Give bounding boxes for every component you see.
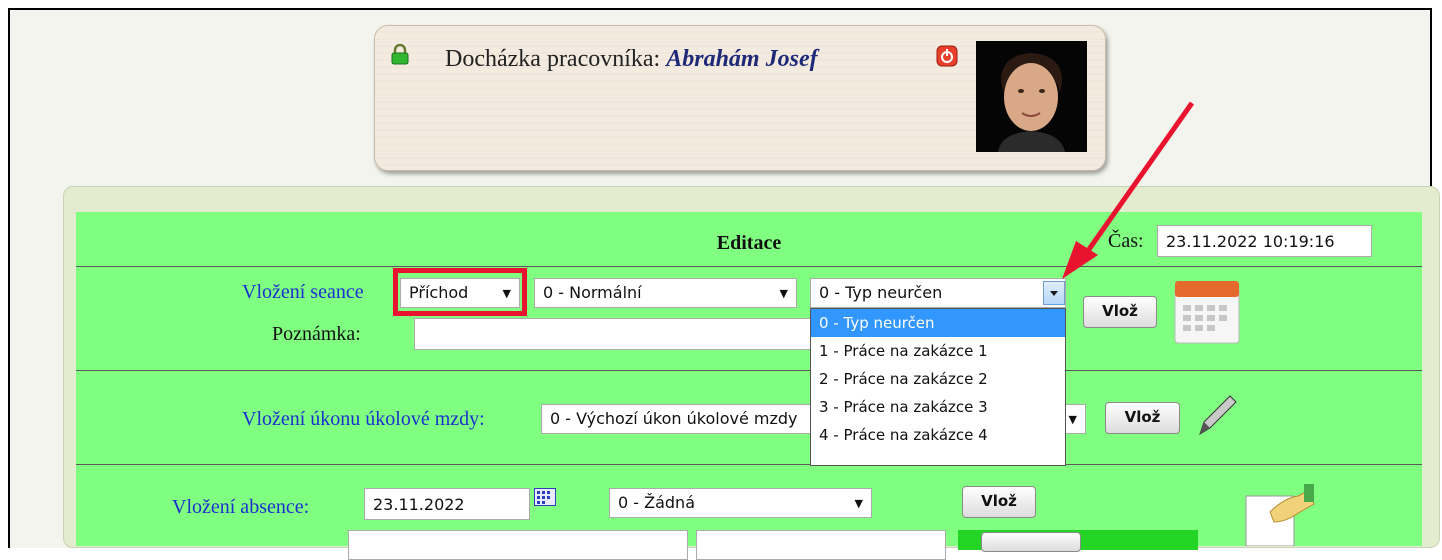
worker-header-card: Docházka pracovníka: Abrahám Josef xyxy=(374,25,1106,171)
lock-icon xyxy=(391,43,409,65)
dropdown-option[interactable]: 1 - Práce na zakázce 1 xyxy=(811,337,1065,365)
absence-date-input[interactable]: 23.11.2022 xyxy=(364,488,530,520)
piecework-value: 0 - Výchozí úkon úkolové mzdy xyxy=(550,409,798,428)
absence-submit-button[interactable]: Vlož xyxy=(962,486,1036,518)
divider xyxy=(76,464,1422,465)
dropdown-option[interactable]: 2 - Práce na zakázce 2 xyxy=(811,365,1065,393)
chevron-down-icon: ▼ xyxy=(1068,413,1077,426)
absence-note-input[interactable] xyxy=(348,530,688,560)
document-hand-icon[interactable] xyxy=(1240,482,1316,546)
pen-icon[interactable] xyxy=(1194,392,1238,438)
power-icon[interactable] xyxy=(936,45,958,67)
worker-name: Abrahám Josef xyxy=(666,46,818,72)
absence-type-select[interactable]: 0 - Žádná ▼ xyxy=(609,488,872,518)
editor-panel: Editace Čas: 23.11.2022 10:19:16 Vložení… xyxy=(76,212,1422,560)
note-input[interactable] xyxy=(414,318,814,350)
chevron-down-icon: ▼ xyxy=(779,287,788,300)
session-label: Vložení seance xyxy=(242,281,364,303)
session-mode-value: 0 - Normální xyxy=(543,283,642,302)
absence-label: Vložení absence: xyxy=(172,496,310,518)
category-dropdown-list[interactable]: 0 - Typ neurčen 1 - Práce na zakázce 1 2… xyxy=(810,308,1066,466)
session-mode-select[interactable]: 0 - Normální ▼ xyxy=(534,278,797,308)
header-title: Docházka pracovníka: Abrahám Josef xyxy=(445,46,818,73)
annotation-arrow xyxy=(1062,101,1195,279)
divider xyxy=(76,266,1422,267)
chevron-down-icon: ▼ xyxy=(854,497,863,510)
header-label: Docházka pracovníka: xyxy=(445,46,661,72)
absence-extra-button[interactable] xyxy=(981,532,1081,552)
piecework-label: Vložení úkonu úkolové mzdy: xyxy=(242,408,485,430)
date-picker-icon[interactable] xyxy=(534,488,556,506)
absence-type-value: 0 - Žádná xyxy=(618,493,695,512)
divider xyxy=(76,370,1422,371)
session-submit-button[interactable]: Vlož xyxy=(1083,296,1157,328)
absence-extra-select[interactable] xyxy=(696,530,946,560)
piecework-submit-button[interactable]: Vlož xyxy=(1105,402,1180,434)
session-category-value: 0 - Typ neurčen xyxy=(819,283,943,302)
note-label: Poznámka: xyxy=(272,323,361,345)
highlight-box xyxy=(393,268,527,316)
dropdown-option[interactable]: 3 - Práce na zakázce 3 xyxy=(811,393,1065,421)
dropdown-option[interactable]: 4 - Práce na zakázce 4 xyxy=(811,421,1065,449)
dropdown-option[interactable]: 0 - Typ neurčen xyxy=(811,309,1065,337)
session-category-select[interactable]: 0 - Typ neurčen xyxy=(810,278,1066,308)
